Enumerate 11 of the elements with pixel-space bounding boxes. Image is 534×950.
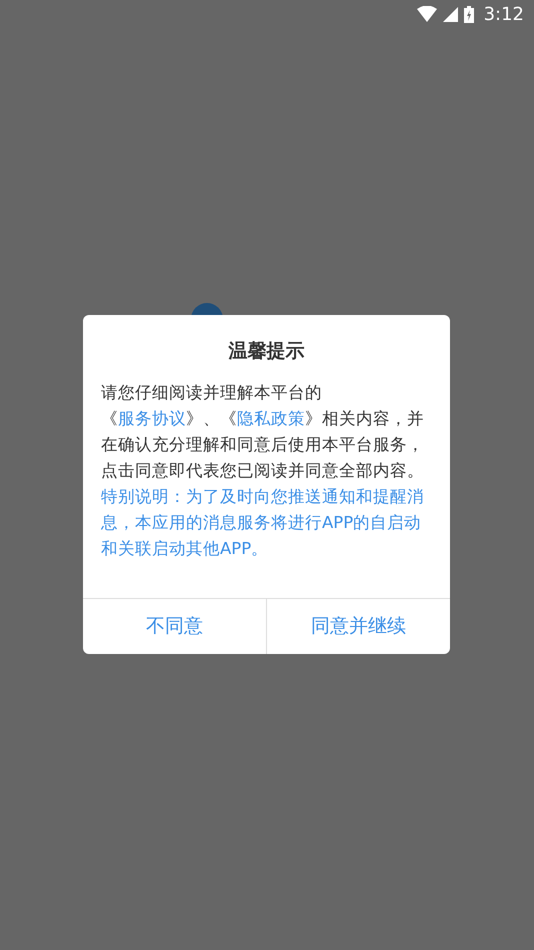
notice-text: 特别说明：为了及时向您推送通知和提醒消息，本应用的消息服务将进行APP的自启动和关联启动其他APP。	[101, 486, 425, 560]
agree-button[interactable]: 同意并继续	[266, 598, 450, 654]
agreement-link[interactable]: 服务协议	[118, 408, 186, 428]
battery-icon	[464, 6, 474, 22]
status-time: 3:12	[484, 2, 524, 26]
dialog-title: 温馨提示	[227, 339, 306, 364]
agreement-text: 请您仔细阅读并理解本平台的《服务协议》、《隐私政策》相关内容，并在确认充分理解和同意后使用本平台服务，点击同意即代表您已阅读并同意全部内容。	[101, 382, 425, 482]
agreement-link[interactable]: 隐私政策	[237, 408, 305, 428]
signal-icon	[442, 6, 458, 22]
disagree-button[interactable]: 不同意	[83, 598, 266, 654]
wifi-icon	[416, 6, 437, 22]
